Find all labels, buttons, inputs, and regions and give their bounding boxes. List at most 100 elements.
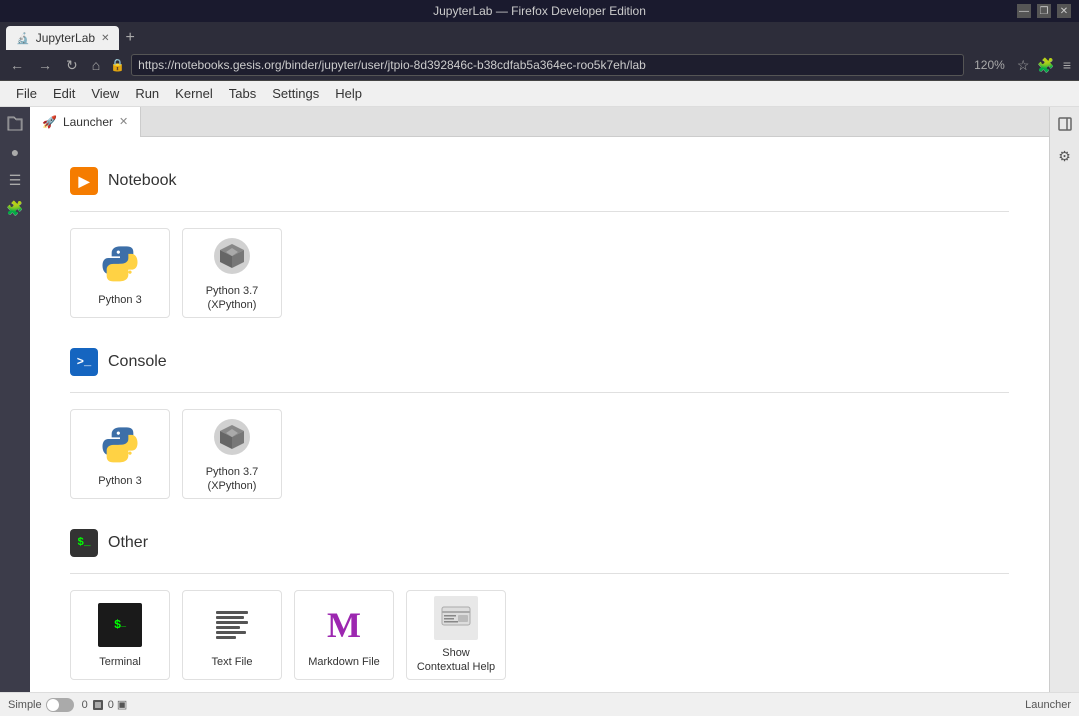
text-line-5 <box>216 631 246 634</box>
python3-notebook-label: Python 3 <box>98 293 141 307</box>
menu-settings[interactable]: Settings <box>264 84 327 103</box>
browser-tab-title: JupyterLab <box>36 31 95 45</box>
xpython-notebook-label: Python 3.7 (XPython) <box>191 284 273 313</box>
sidebar-icon-extensions[interactable]: 🧩 <box>2 195 28 221</box>
security-icon: 🔒 <box>110 58 125 72</box>
textfile-icon-box <box>210 603 254 647</box>
launcher-item-markdown[interactable]: M Markdown File <box>294 590 394 680</box>
menu-help[interactable]: Help <box>327 84 370 103</box>
launcher-panel: ▶ Notebook Python 3 <box>30 137 1049 692</box>
launcher-item-contextual-help[interactable]: Show Contextual Help <box>406 590 506 680</box>
launcher-item-python3-notebook[interactable]: Python 3 <box>70 228 170 318</box>
notebook-items-grid: Python 3 Python 3.7 (XPython) <box>70 228 1009 318</box>
launcher-tab[interactable]: 🚀 Launcher ✕ <box>30 107 141 137</box>
status-right-label: Launcher <box>1025 699 1071 711</box>
sidebar-icon-commands[interactable]: ☰ <box>2 167 28 193</box>
terminal-launcher-icon: $_ <box>96 601 144 649</box>
launcher-item-python3-console[interactable]: Python 3 <box>70 409 170 499</box>
launcher-item-textfile[interactable]: Text File <box>182 590 282 680</box>
terminal-count: 0 <box>108 699 114 711</box>
other-section-header: $_ Other <box>70 529 1009 557</box>
browser-tab-close[interactable]: ✕ <box>101 33 109 44</box>
menu-bar: File Edit View Run Kernel Tabs Settings … <box>0 81 1079 107</box>
other-section-icon: $_ <box>70 529 98 557</box>
notebook-section-icon: ▶ <box>70 167 98 195</box>
right-sidebar-icon-settings[interactable]: ⚙ <box>1052 143 1078 169</box>
contextual-help-launcher-icon <box>432 596 480 640</box>
contextual-help-label: Show Contextual Help <box>415 646 497 675</box>
kernel-icon <box>91 698 105 712</box>
text-line-3 <box>216 621 248 624</box>
console-section-icon: >_ <box>70 348 98 376</box>
launcher-item-terminal[interactable]: $_ Terminal <box>70 590 170 680</box>
tab-favicon: 🔬 <box>16 32 30 45</box>
text-line-4 <box>216 626 240 629</box>
kernel-count: 0 <box>82 699 88 711</box>
simple-mode-toggle[interactable]: Simple <box>8 698 74 712</box>
textfile-label: Text File <box>212 655 253 669</box>
markdown-label: Markdown File <box>308 655 380 669</box>
title-bar: JupyterLab — Firefox Developer Edition —… <box>0 0 1079 22</box>
notebook-divider <box>70 211 1009 212</box>
text-line-2 <box>216 616 244 619</box>
close-window-button[interactable]: ✕ <box>1057 4 1071 18</box>
kernel-count-badge: 0 0 ▣ <box>82 698 128 712</box>
text-lines-decoration <box>216 611 248 639</box>
console-section-title: Console <box>108 353 167 371</box>
tab-strip: 🚀 Launcher ✕ <box>30 107 1049 137</box>
menu-run[interactable]: Run <box>127 84 167 103</box>
other-items-grid: $_ Terminal <box>70 590 1009 680</box>
other-section-title: Other <box>108 534 148 552</box>
xpython-console-icon <box>208 415 256 459</box>
textfile-launcher-icon <box>208 601 256 649</box>
console-section-header: >_ Console <box>70 348 1009 376</box>
right-sidebar-icon-top[interactable] <box>1052 111 1078 137</box>
forward-button[interactable]: → <box>34 55 56 75</box>
sidebar-icon-files[interactable] <box>2 111 28 137</box>
browser-tab-jupyterlab[interactable]: 🔬 JupyterLab ✕ <box>6 26 119 50</box>
contextual-icon-box <box>434 596 478 640</box>
notebook-section-title: Notebook <box>108 172 177 190</box>
toggle-thumb <box>47 699 59 711</box>
xpython-notebook-icon <box>208 234 256 278</box>
python3-console-icon <box>96 420 144 468</box>
restore-button[interactable]: ❐ <box>1037 4 1051 18</box>
status-bar: Simple 0 0 ▣ Launcher <box>0 692 1079 716</box>
other-divider <box>70 573 1009 574</box>
reload-button[interactable]: ↻ <box>62 55 82 76</box>
menu-tabs[interactable]: Tabs <box>221 84 264 103</box>
launcher-item-xpython-console[interactable]: Python 3.7 (XPython) <box>182 409 282 499</box>
launcher-tab-icon: 🚀 <box>42 115 57 129</box>
menu-kernel[interactable]: Kernel <box>167 84 221 103</box>
terminal-icon-box: $_ <box>98 603 142 647</box>
new-tab-button[interactable]: + <box>121 29 138 47</box>
menu-view[interactable]: View <box>83 84 127 103</box>
left-sidebar: ● ☰ 🧩 <box>0 107 30 692</box>
menu-file[interactable]: File <box>8 84 45 103</box>
python3-console-label: Python 3 <box>98 474 141 488</box>
launcher-tab-close[interactable]: ✕ <box>119 115 128 128</box>
text-line-1 <box>216 611 248 614</box>
url-input[interactable] <box>131 54 964 76</box>
extensions-icon[interactable]: 🧩 <box>1035 55 1056 76</box>
sidebar-icon-running[interactable]: ● <box>2 139 28 165</box>
menu-icon[interactable]: ≡ <box>1061 55 1073 75</box>
right-sidebar: ⚙ <box>1049 107 1079 692</box>
launcher-status-label: Launcher <box>1025 699 1071 711</box>
app-layout: ● ☰ 🧩 🚀 Launcher ✕ ▶ Notebook <box>0 107 1079 692</box>
menu-edit[interactable]: Edit <box>45 84 83 103</box>
launcher-tab-label: Launcher <box>63 115 113 129</box>
xpython-console-label: Python 3.7 (XPython) <box>191 465 273 494</box>
home-button[interactable]: ⌂ <box>88 55 104 75</box>
browser-tab-bar: 🔬 JupyterLab ✕ + <box>0 22 1079 50</box>
notebook-section-header: ▶ Notebook <box>70 167 1009 195</box>
browser-toolbar-icons: ☆ 🧩 ≡ <box>1015 55 1073 76</box>
main-content: 🚀 Launcher ✕ ▶ Notebook <box>30 107 1049 692</box>
minimize-button[interactable]: — <box>1017 4 1031 18</box>
window-controls: — ❐ ✕ <box>1017 4 1071 18</box>
launcher-item-xpython-notebook[interactable]: Python 3.7 (XPython) <box>182 228 282 318</box>
back-button[interactable]: ← <box>6 55 28 75</box>
toggle-track[interactable] <box>46 698 74 712</box>
console-divider <box>70 392 1009 393</box>
bookmarks-icon[interactable]: ☆ <box>1015 55 1032 76</box>
